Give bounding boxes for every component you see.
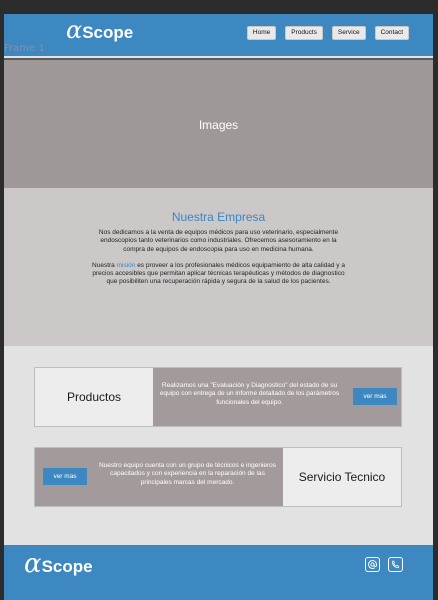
logo-alpha: α (66, 16, 83, 44)
logo[interactable]: αScope (66, 16, 133, 44)
service-card-body: ver mas Nuestro equipo cuenta con un gru… (35, 448, 283, 506)
about-paragraph-1: Nos dedicamos a la venta de equipos médi… (98, 229, 339, 253)
logo-word: Scope (82, 23, 134, 42)
products-ver-mas-button[interactable]: ver mas (353, 388, 397, 405)
page-frame: αScope Home Products Service Contact Ima… (4, 14, 433, 600)
products-card: Productos Realizamos una "Evaluación y D… (34, 367, 402, 427)
about-paragraph-2-prefix: Nuestra (92, 261, 117, 269)
footer-contact-icons (365, 557, 403, 572)
mission-link[interactable]: misión (117, 262, 136, 269)
nav-menu: Home Products Service Contact (246, 26, 409, 40)
footer: αScope (4, 545, 433, 600)
products-card-body: Realizamos una "Evaluación y Diagnostico… (153, 368, 401, 426)
nav-service-button[interactable]: Service (331, 26, 366, 40)
service-card-title: Servicio Tecnico (298, 470, 386, 484)
products-card-title: Productos (66, 390, 122, 404)
frame-label: Frame 1 (4, 43, 45, 54)
about-title: Nuestra Empresa (171, 210, 266, 224)
at-sign-icon[interactable] (365, 557, 380, 572)
footer-logo-word: Scope (41, 557, 93, 576)
footer-logo[interactable]: αScope (24, 549, 93, 579)
service-ver-mas-button[interactable]: ver mas (43, 468, 87, 485)
about-section: Nuestra Empresa Nos dedicamos a la venta… (4, 188, 433, 346)
nav-contact-button[interactable]: Contact (374, 26, 409, 40)
about-paragraph-2: Nuestra misión es proveer a los profesio… (89, 262, 349, 287)
hero-text: Images (198, 118, 239, 132)
footer-logo-alpha: α (24, 549, 42, 579)
nav-home-button[interactable]: Home (246, 26, 277, 40)
hero-image-placeholder: Images (4, 58, 433, 190)
products-card-description: Realizamos una "Evaluación y Diagnostico… (159, 382, 340, 406)
service-card: ver mas Nuestro equipo cuenta con un gru… (34, 447, 402, 507)
phone-icon[interactable] (388, 557, 403, 572)
service-card-description: Nuestro equipo cuenta con un grupo de té… (98, 462, 277, 486)
nav-products-button[interactable]: Products (285, 26, 323, 40)
header: αScope Home Products Service Contact (4, 14, 433, 56)
